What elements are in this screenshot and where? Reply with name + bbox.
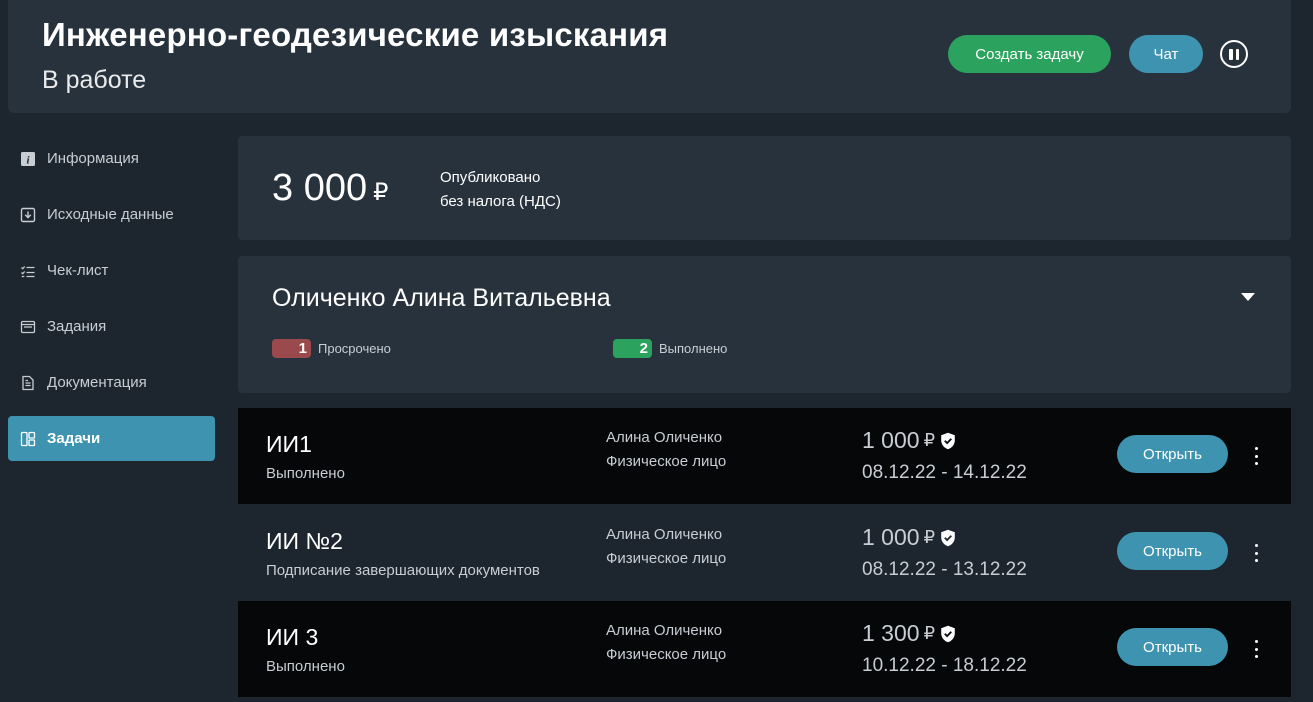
sidebar-item-label: Чек-лист: [47, 262, 109, 279]
page: Инженерно-геодезические изыскания В рабо…: [0, 0, 1313, 702]
publication-status: Опубликовано без налога (НДС): [440, 166, 561, 214]
executor-name: Алина Оличенко: [606, 429, 723, 446]
task-title: ИИ №2: [266, 528, 343, 554]
caret-down-icon[interactable]: [1241, 293, 1255, 301]
overdue-count-badge: 1: [272, 339, 311, 358]
done-count-badge: 2: [613, 339, 652, 358]
sidebar-item-tasks[interactable]: Задачи: [8, 416, 215, 461]
price-value: 1 300: [862, 620, 920, 646]
task-executor: Алина Оличенко Физическое лицо: [606, 619, 726, 667]
sidebar-item-label: Задачи: [47, 430, 101, 447]
sidebar-item-label: Задания: [47, 318, 107, 335]
task-dates: 08.12.22 - 14.12.22: [862, 462, 1027, 483]
download-box-icon: [20, 207, 36, 223]
page-subtitle: В работе: [42, 66, 147, 94]
sidebar-item-source-data[interactable]: Исходные данные: [8, 192, 215, 237]
open-task-button[interactable]: Открыть: [1117, 532, 1228, 570]
create-task-button[interactable]: Создать задачу: [948, 35, 1111, 73]
task-dates: 08.12.22 - 13.12.22: [862, 559, 1027, 580]
sidebar-item-label: Информация: [47, 150, 139, 167]
pause-icon[interactable]: [1220, 40, 1248, 68]
page-title: Инженерно-геодезические изыскания: [42, 16, 669, 53]
task-row: ИИ1 Выполнено Алина Оличенко Физическое …: [238, 408, 1291, 504]
dashboard-icon: [20, 431, 36, 447]
executor-name: Алина Оличенко: [606, 526, 723, 543]
sidebar-item-checklist[interactable]: Чек-лист: [8, 248, 215, 293]
done-label: Выполнено: [659, 341, 728, 356]
task-price: 1 000 ₽: [862, 524, 956, 551]
more-vertical-icon[interactable]: [1249, 640, 1263, 658]
overdue-label: Просрочено: [318, 341, 391, 356]
executor-type: Физическое лицо: [606, 453, 727, 470]
sidebar: i Информация Исходные данные Чек-лист За…: [8, 136, 215, 472]
window-stack-icon: [20, 319, 36, 335]
tax-note: без налога (НДС): [440, 193, 561, 210]
chat-button[interactable]: Чат: [1129, 35, 1203, 73]
price-value: 3 000: [272, 167, 368, 209]
status-text: Опубликовано: [440, 169, 541, 186]
currency-sign: ₽: [373, 179, 389, 206]
more-vertical-icon[interactable]: [1249, 544, 1263, 562]
task-title: ИИ1: [266, 431, 312, 457]
executor-type: Физическое лицо: [606, 646, 727, 663]
task-price: 1 300 ₽: [862, 620, 956, 647]
price-value: 1 000: [862, 524, 920, 550]
sidebar-item-label: Исходные данные: [47, 206, 174, 223]
task-executor: Алина Оличенко Физическое лицо: [606, 523, 726, 571]
price-card: 3 000 ₽ Опубликовано без налога (НДС): [238, 136, 1291, 240]
more-vertical-icon[interactable]: [1249, 447, 1263, 465]
task-executor: Алина Оличенко Физическое лицо: [606, 426, 726, 474]
currency-sign: ₽: [923, 527, 936, 547]
sidebar-item-documentation[interactable]: Документация: [8, 360, 215, 405]
checklist-icon: [20, 263, 36, 279]
executor-name: Оличенко Алина Витальевна: [272, 284, 611, 312]
document-icon: [20, 375, 36, 391]
task-price: 1 000 ₽: [862, 427, 956, 454]
header: Инженерно-геодезические изыскания В рабо…: [8, 0, 1291, 113]
task-status: Выполнено: [266, 658, 345, 675]
open-task-button[interactable]: Открыть: [1117, 435, 1228, 473]
shield-check-icon: [940, 625, 956, 643]
task-title: ИИ 3: [266, 624, 319, 650]
task-row: ИИ №2 Подписание завершающих документов …: [238, 505, 1291, 601]
sidebar-item-label: Документация: [47, 374, 147, 391]
price-value: 1 000: [862, 427, 920, 453]
task-status: Выполнено: [266, 465, 345, 482]
price-amount: 3 000 ₽: [272, 167, 388, 210]
executor-card: Оличенко Алина Витальевна 1 Просрочено 2…: [238, 256, 1291, 393]
open-task-button[interactable]: Открыть: [1117, 628, 1228, 666]
currency-sign: ₽: [923, 623, 936, 643]
shield-check-icon: [940, 529, 956, 547]
done-stat: 2 Выполнено: [613, 339, 727, 358]
overdue-stat: 1 Просрочено: [272, 339, 391, 358]
task-status: Подписание завершающих документов: [266, 562, 540, 579]
currency-sign: ₽: [923, 430, 936, 450]
executor-type: Физическое лицо: [606, 550, 727, 567]
info-icon: i: [20, 151, 36, 167]
shield-check-icon: [940, 432, 956, 450]
task-row: ИИ 3 Выполнено Алина Оличенко Физическое…: [238, 601, 1291, 697]
sidebar-item-information[interactable]: i Информация: [8, 136, 215, 181]
task-dates: 10.12.22 - 18.12.22: [862, 655, 1027, 676]
executor-name: Алина Оличенко: [606, 622, 723, 639]
sidebar-item-assignments[interactable]: Задания: [8, 304, 215, 349]
